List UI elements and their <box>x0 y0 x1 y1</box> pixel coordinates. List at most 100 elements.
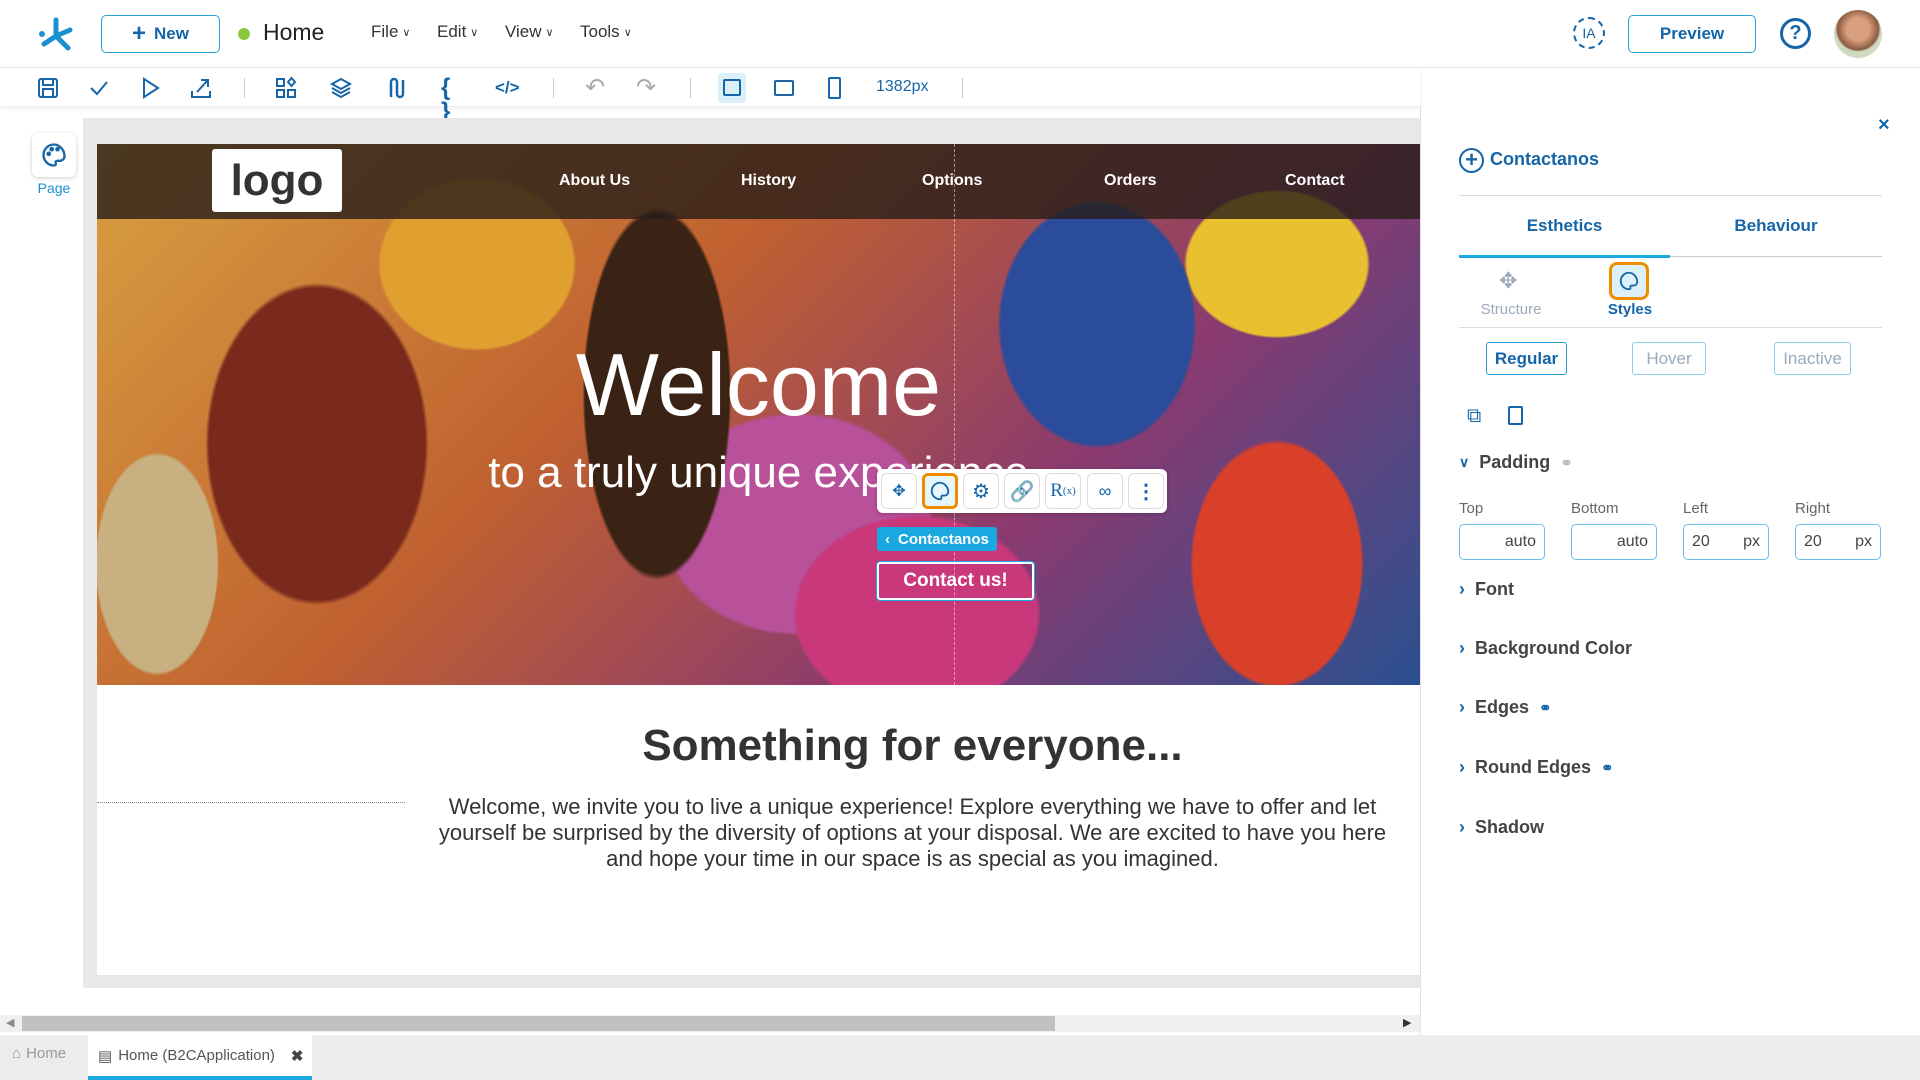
help-icon[interactable]: ? <box>1780 18 1811 49</box>
gear-icon[interactable]: ⚙ <box>963 473 999 509</box>
tab-home-b2capplication[interactable]: ▤ Home (B2CApplication) ✖ <box>88 1035 312 1080</box>
function-icon[interactable]: R (x) <box>1045 473 1081 509</box>
nav-options[interactable]: Options <box>922 172 982 190</box>
scroll-left-icon[interactable]: ◀ <box>6 1016 14 1029</box>
state-hover[interactable]: Hover <box>1632 342 1706 375</box>
contact-us-button[interactable]: Contact us! <box>876 561 1035 601</box>
hero-title[interactable]: Welcome <box>97 334 1420 436</box>
state-inactive[interactable]: Inactive <box>1774 342 1851 375</box>
editor-toolbar <box>0 68 1420 106</box>
status-dot <box>238 28 250 40</box>
site-logo[interactable]: logo <box>212 149 342 212</box>
chevron-right-icon: › <box>1459 757 1465 777</box>
tab-home[interactable]: ⌂ Home <box>12 1045 66 1062</box>
link-icon[interactable]: 🔗 <box>1004 473 1040 509</box>
section-round-edges[interactable]: › Round Edges ⚭ <box>1459 757 1614 778</box>
divider <box>962 78 963 98</box>
palette-icon[interactable] <box>922 473 958 509</box>
copy-icon[interactable]: ⧉ <box>1467 405 1481 428</box>
tab-esthetics[interactable]: Esthetics <box>1459 216 1670 236</box>
panel-title: Contactanos <box>1490 149 1600 169</box>
divider <box>553 78 554 98</box>
flow-icon[interactable] <box>384 76 408 100</box>
preview-button[interactable]: Preview <box>1628 15 1756 53</box>
menu-tools[interactable]: Tools ∨ <box>580 22 632 42</box>
add-circle-icon: + <box>1459 148 1484 173</box>
redo-icon[interactable]: ↷ <box>636 76 660 100</box>
padding-top-input[interactable]: auto <box>1459 524 1545 560</box>
padding-right-label: Right <box>1795 500 1831 517</box>
section-boundary <box>97 802 405 803</box>
page-settings-button[interactable] <box>32 133 76 177</box>
selected-element-tag[interactable]: ‹ Contactanos <box>877 527 997 551</box>
section-shadow[interactable]: › Shadow <box>1459 817 1544 838</box>
check-icon[interactable] <box>87 76 111 100</box>
page-label: Page <box>37 180 71 196</box>
nav-about[interactable]: About Us <box>559 172 630 190</box>
subtab-styles[interactable]: Styles <box>1590 301 1670 318</box>
chevron-down-icon: ∨ <box>623 26 632 39</box>
section-padding[interactable]: ∨ Padding ⚭ <box>1459 452 1573 473</box>
menu-view[interactable]: View ∨ <box>505 22 554 42</box>
nav-contact[interactable]: Contact <box>1285 172 1345 190</box>
padding-bottom-input[interactable]: auto <box>1571 524 1657 560</box>
padding-left-input[interactable]: 20 px <box>1683 524 1769 560</box>
divider <box>1459 327 1882 328</box>
new-button[interactable]: + New <box>101 15 220 53</box>
page-icon: ▤ <box>98 1047 113 1065</box>
more-vertical-icon[interactable]: ⋮ <box>1128 473 1164 509</box>
user-avatar[interactable] <box>1834 10 1882 58</box>
code-icon[interactable]: </> <box>495 76 529 100</box>
undo-icon[interactable]: ↶ <box>585 76 609 100</box>
state-regular[interactable]: Regular <box>1486 342 1567 375</box>
chevron-down-icon: ∨ <box>470 26 479 39</box>
subtab-structure[interactable]: Structure <box>1470 301 1552 318</box>
layers-icon[interactable] <box>329 76 353 100</box>
padding-right-input[interactable]: 20 px <box>1795 524 1881 560</box>
chevron-left-icon: ‹ <box>885 530 890 548</box>
chevron-down-icon: ∨ <box>402 26 411 39</box>
menu-file[interactable]: File ∨ <box>371 22 410 42</box>
nav-history[interactable]: History <box>741 172 796 190</box>
export-icon[interactable] <box>189 76 213 100</box>
braces-icon[interactable]: { } <box>441 76 465 124</box>
nav-orders[interactable]: Orders <box>1104 172 1156 190</box>
components-icon[interactable] <box>274 76 298 100</box>
desktop-view-button[interactable] <box>718 73 746 103</box>
link-icon: ⚭ <box>1560 454 1573 472</box>
chevron-down-icon: ∨ <box>545 26 554 39</box>
active-tab-indicator <box>1459 255 1670 258</box>
desktop-icon <box>723 79 741 96</box>
chevron-right-icon: › <box>1459 638 1465 658</box>
link-icon: ⚭ <box>1539 699 1552 717</box>
width-readout: 1382px <box>876 78 929 95</box>
group-icon[interactable]: ∞ <box>1087 473 1123 509</box>
mobile-icon[interactable] <box>828 77 841 99</box>
card-line: yourself be surprised by the diversity o… <box>438 820 1387 845</box>
section-font[interactable]: › Font <box>1459 579 1514 600</box>
chevron-right-icon: › <box>1459 817 1465 837</box>
close-tab-icon: ✖ <box>290 1047 304 1065</box>
paste-icon[interactable] <box>1508 406 1523 425</box>
close-icon[interactable]: × <box>1878 114 1890 137</box>
padding-top-label: Top <box>1459 500 1484 517</box>
scrollbar-thumb[interactable] <box>22 1016 1055 1031</box>
ia-assistant-button[interactable]: IA <box>1573 17 1605 49</box>
properties-panel <box>1420 106 1920 1035</box>
card-title: Something for everyone... <box>642 721 1183 770</box>
section-background-color[interactable]: › Background Color <box>1459 638 1632 659</box>
save-icon[interactable] <box>36 76 60 100</box>
card-line: and hope your time in our space is as sp… <box>606 846 1219 871</box>
section-edges[interactable]: › Edges ⚭ <box>1459 697 1552 718</box>
hero-subtitle[interactable]: to a truly unique experience <box>97 448 1420 498</box>
tablet-icon[interactable] <box>774 80 794 96</box>
tab-behaviour[interactable]: Behaviour <box>1670 216 1882 236</box>
page-title: Home <box>263 19 325 45</box>
menu-edit[interactable]: Edit ∨ <box>437 22 478 42</box>
play-icon[interactable] <box>138 76 162 100</box>
structure-icon[interactable]: ✥ <box>1499 268 1517 294</box>
app-logo-icon[interactable] <box>36 14 76 54</box>
styles-icon[interactable] <box>1609 262 1649 300</box>
move-icon[interactable]: ✥ <box>881 473 917 509</box>
scroll-right-icon[interactable]: ▶ <box>1403 1016 1411 1029</box>
